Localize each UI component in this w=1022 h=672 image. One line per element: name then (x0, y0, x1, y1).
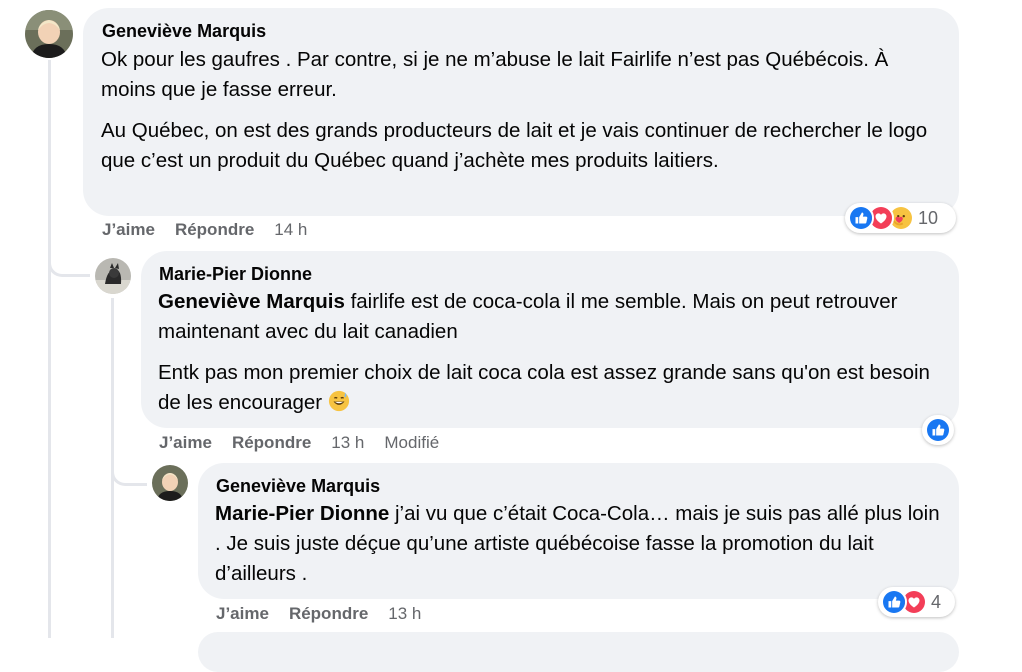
comment-actions: J’aime Répondre 14 h (102, 220, 327, 240)
grinning-sweat-emoji (328, 390, 350, 412)
mention-link[interactable]: Geneviève Marquis (158, 290, 345, 313)
comment-text: Geneviève Marquis fairlife est de coca-c… (158, 287, 918, 347)
comment-timestamp[interactable]: 13 h (331, 433, 364, 453)
like-icon (925, 417, 951, 443)
reaction-summary[interactable]: 10 (845, 203, 956, 233)
reaction-summary[interactable] (922, 415, 954, 445)
reaction-count: 10 (918, 207, 939, 228)
reply-button[interactable]: Répondre (289, 604, 368, 624)
thread-line-main (48, 60, 51, 638)
like-button[interactable]: J’aime (102, 220, 155, 240)
like-icon (881, 589, 907, 615)
thread-elbow-reply-2 (111, 440, 147, 486)
like-button[interactable]: J’aime (159, 433, 212, 453)
edited-label[interactable]: Modifié (384, 433, 439, 453)
comment-text: Marie-Pier Dionne j’ai vu que c’était Co… (215, 499, 945, 589)
comment-author[interactable]: Geneviève Marquis (102, 21, 266, 42)
like-button[interactable]: J’aime (216, 604, 269, 624)
mention-link[interactable]: Marie-Pier Dionne (215, 502, 389, 525)
comment-text: Entk pas mon premier choix de lait coca … (158, 358, 938, 418)
reply-button[interactable]: Répondre (232, 433, 311, 453)
comment-actions: J’aime Répondre 13 h Modifié (159, 433, 459, 453)
reaction-count: 4 (931, 591, 942, 612)
avatar[interactable] (152, 465, 188, 501)
comment-text: Au Québec, on est des grands producteurs… (101, 119, 928, 172)
comment-author[interactable]: Geneviève Marquis (216, 476, 380, 497)
avatar[interactable] (25, 10, 73, 58)
thread-elbow-reply-1 (48, 230, 90, 277)
comment-text: Ok pour les gaufres . Par contre, si je … (101, 48, 889, 101)
reaction-summary[interactable]: 4 (878, 587, 955, 617)
reply-button[interactable]: Répondre (175, 220, 254, 240)
comment-author[interactable]: Marie-Pier Dionne (159, 264, 312, 285)
avatar[interactable] (95, 258, 131, 294)
comment-timestamp[interactable]: 14 h (274, 220, 307, 240)
comment-actions: J’aime Répondre 13 h (216, 604, 441, 624)
comment-text-body: Entk pas mon premier choix de lait coca … (158, 361, 930, 414)
comment-bubble-partial (198, 632, 959, 672)
comment-timestamp[interactable]: 13 h (388, 604, 421, 624)
like-icon (848, 205, 874, 231)
